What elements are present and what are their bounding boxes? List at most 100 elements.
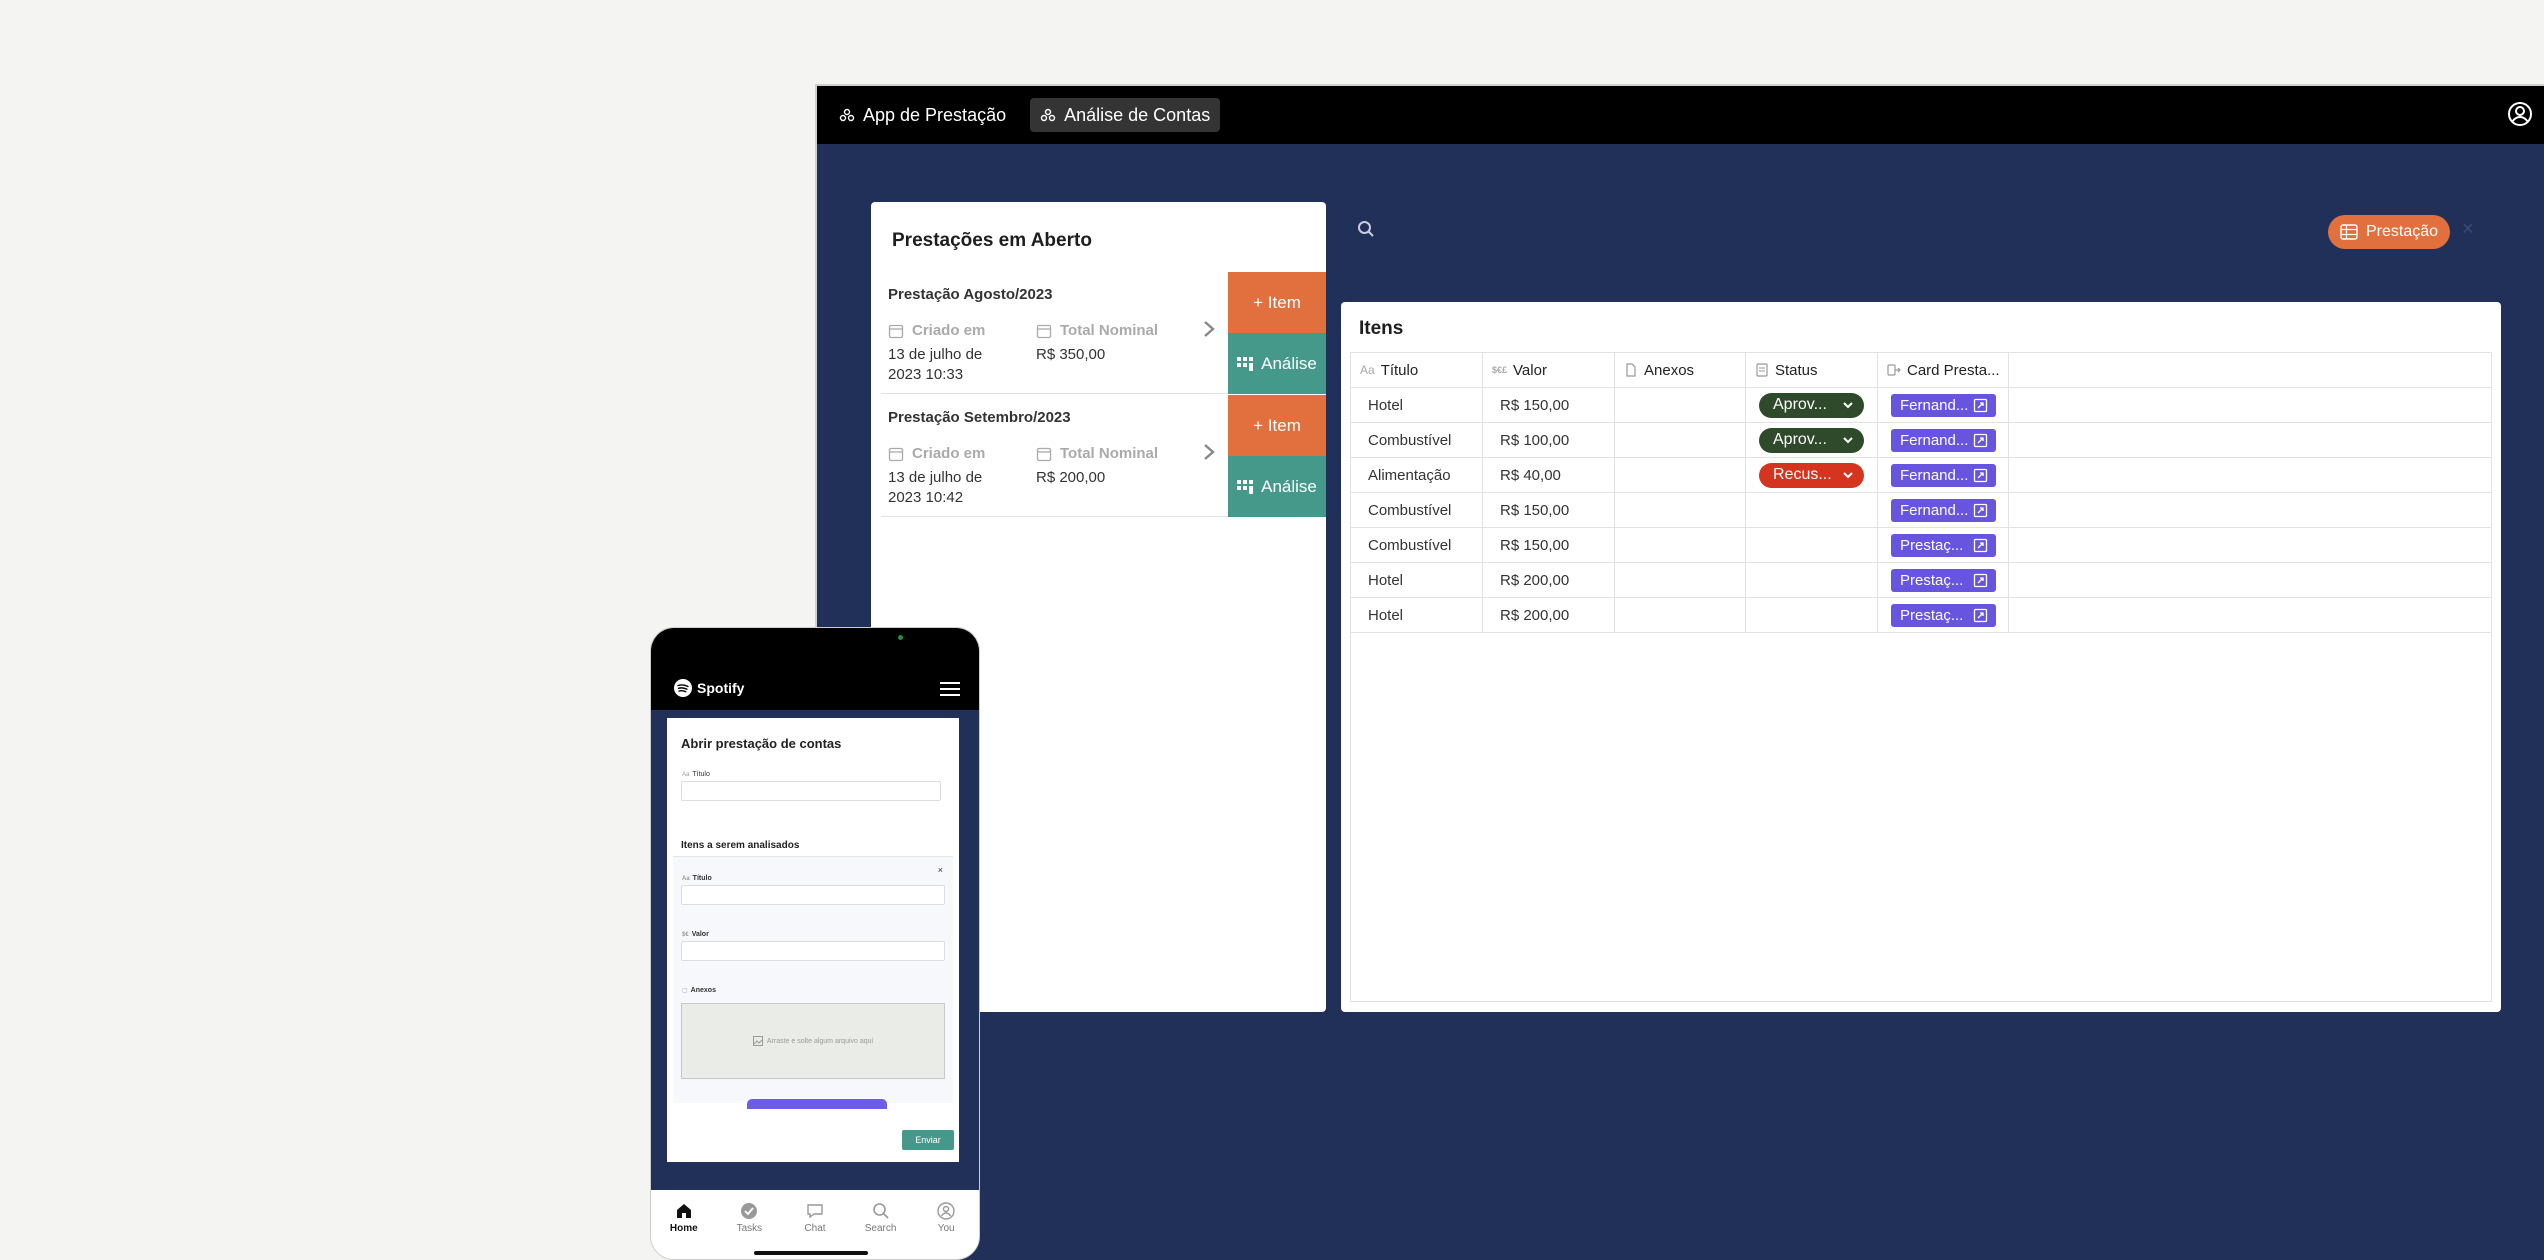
cell-status[interactable] xyxy=(1746,598,1878,632)
relation-link[interactable]: Fernand... xyxy=(1891,463,1996,487)
table-row[interactable]: Alimentação R$ 40,00 Recus... Fernand... xyxy=(1351,458,2491,493)
user-profile-icon[interactable] xyxy=(2506,100,2534,128)
clear-filter-icon[interactable]: × xyxy=(2462,218,2474,241)
cell-status: Aprov... xyxy=(1746,423,1878,457)
items-title: Itens xyxy=(1359,318,1404,339)
relation-link[interactable]: Fernand... xyxy=(1891,428,1996,452)
search-icon xyxy=(872,1203,889,1219)
bottom-navigation: Home Tasks Chat Search You xyxy=(651,1190,979,1259)
tab-analise-de-contas[interactable]: Análise de Contas xyxy=(1030,98,1221,132)
cell-card: Fernand... xyxy=(1878,493,2009,527)
open-record-icon xyxy=(1973,503,1988,517)
column-header-status[interactable]: Status xyxy=(1746,353,1878,387)
table-row[interactable]: Hotel R$ 150,00 Aprov... Fernand... xyxy=(1351,388,2491,423)
cell-anexos[interactable] xyxy=(1615,528,1746,562)
nav-home[interactable]: Home xyxy=(654,1202,714,1259)
analise-button[interactable]: Análise xyxy=(1228,333,1326,394)
status-badge[interactable]: Aprov... xyxy=(1759,392,1864,418)
text-type-icon: Aa xyxy=(1360,363,1375,377)
cell-valor: R$ 200,00 xyxy=(1483,563,1615,597)
relation-link[interactable]: Prestaç... xyxy=(1891,568,1996,592)
app-icon xyxy=(1040,108,1056,122)
column-header-empty xyxy=(2009,353,2491,387)
items-table: Aa Título $€£ Valor Anexos Status Card P… xyxy=(1350,352,2492,1002)
status-badge[interactable]: Aprov... xyxy=(1759,427,1864,453)
sub-valor-input[interactable] xyxy=(681,941,945,961)
nav-you[interactable]: You xyxy=(916,1202,976,1259)
open-record-icon xyxy=(1973,468,1988,482)
accountability-card[interactable]: Prestação Setembro/2023 Criado em 13 de … xyxy=(881,395,1326,517)
cell-valor: R$ 100,00 xyxy=(1483,423,1615,457)
cell-anexos[interactable] xyxy=(1615,493,1746,527)
sub-valor-label: $€ Valor xyxy=(682,931,709,938)
open-record-icon xyxy=(1973,573,1988,587)
menu-icon[interactable] xyxy=(939,682,961,696)
relation-link[interactable]: Fernand... xyxy=(1891,498,1996,522)
cell-anexos[interactable] xyxy=(1615,388,1746,422)
relation-link[interactable]: Prestaç... xyxy=(1891,603,1996,627)
open-record-icon xyxy=(1973,608,1988,622)
column-header-anexos[interactable]: Anexos xyxy=(1615,353,1746,387)
cell-titulo: Combustível xyxy=(1351,528,1483,562)
cell-titulo: Alimentação xyxy=(1351,458,1483,492)
send-button[interactable]: Enviar xyxy=(902,1130,954,1150)
table-row[interactable]: Combustível R$ 100,00 Aprov... Fernand..… xyxy=(1351,423,2491,458)
filter-chip-prestacao[interactable]: Prestação xyxy=(2328,215,2450,249)
spotify-logo: Spotify xyxy=(673,678,744,698)
add-item-button[interactable]: + Item xyxy=(1228,395,1326,456)
relation-link[interactable]: Fernand... xyxy=(1891,393,1996,417)
cell-anexos[interactable] xyxy=(1615,423,1746,457)
cell-anexos[interactable] xyxy=(1615,563,1746,597)
table-row[interactable]: Hotel R$ 200,00 Prestaç... xyxy=(1351,598,2491,633)
accountability-card[interactable]: Prestação Agosto/2023 Criado em 13 de ju… xyxy=(881,272,1326,394)
cell-valor: R$ 150,00 xyxy=(1483,528,1615,562)
user-icon xyxy=(937,1202,955,1220)
cell-card: Fernand... xyxy=(1878,423,2009,457)
tab-app-de-prestacao[interactable]: App de Prestação xyxy=(829,98,1016,132)
add-item-button[interactable] xyxy=(747,1099,887,1109)
cell-status[interactable] xyxy=(1746,528,1878,562)
chevron-right-icon[interactable] xyxy=(1199,440,1219,464)
column-header-card-prestacao[interactable]: Card Presta... xyxy=(1878,353,2009,387)
open-record-icon xyxy=(1973,538,1988,552)
titulo-input[interactable] xyxy=(681,781,941,801)
chevron-down-icon xyxy=(1843,402,1853,409)
close-icon[interactable]: × xyxy=(938,865,943,875)
cell-card: Prestaç... xyxy=(1878,528,2009,562)
items-section-title: Itens a serem analisados xyxy=(681,840,800,851)
column-header-valor[interactable]: $€£ Valor xyxy=(1483,353,1615,387)
table-row[interactable]: Combustível R$ 150,00 Fernand... xyxy=(1351,493,2491,528)
cell-status: Recus... xyxy=(1746,458,1878,492)
add-item-button[interactable]: + Item xyxy=(1228,272,1326,333)
file-icon xyxy=(1626,363,1636,377)
tab-label: Análise de Contas xyxy=(1064,104,1211,125)
column-header-titulo[interactable]: Aa Título xyxy=(1351,353,1483,387)
titulo-label: Aa Título xyxy=(682,771,710,778)
analise-button[interactable]: Análise xyxy=(1228,456,1326,517)
status-badge[interactable]: Recus... xyxy=(1759,462,1864,488)
table-row[interactable]: Hotel R$ 200,00 Prestaç... xyxy=(1351,563,2491,598)
table-row[interactable]: Combustível R$ 150,00 Prestaç... xyxy=(1351,528,2491,563)
text-type-icon: Aa xyxy=(682,875,690,882)
chevron-down-icon xyxy=(1843,472,1853,479)
phone-content: Abrir prestação de contas Aa Título Itens… xyxy=(651,710,979,1190)
cell-anexos[interactable] xyxy=(1615,598,1746,632)
sub-titulo-input[interactable] xyxy=(681,885,945,905)
total-label: Total Nominal xyxy=(1036,322,1158,339)
total-label: Total Nominal xyxy=(1036,445,1158,462)
text-type-icon: Aa xyxy=(682,771,690,778)
chevron-right-icon[interactable] xyxy=(1199,317,1219,341)
cell-anexos[interactable] xyxy=(1615,458,1746,492)
search-icon[interactable] xyxy=(1357,220,1375,238)
cell-status[interactable] xyxy=(1746,563,1878,597)
app-icon xyxy=(839,108,855,122)
phone-header: Spotify xyxy=(651,628,979,710)
top-bar: App de Prestação Análise de Contas xyxy=(817,86,2544,144)
cell-card: Prestaç... xyxy=(1878,563,2009,597)
cell-card: Fernand... xyxy=(1878,388,2009,422)
calendar-icon xyxy=(1036,324,1052,338)
file-dropzone[interactable]: Arraste e solte algum arquivo aqui xyxy=(681,1003,945,1079)
sub-anexos-label: ▢ Anexos xyxy=(682,987,716,994)
relation-link[interactable]: Prestaç... xyxy=(1891,533,1996,557)
cell-status[interactable] xyxy=(1746,493,1878,527)
